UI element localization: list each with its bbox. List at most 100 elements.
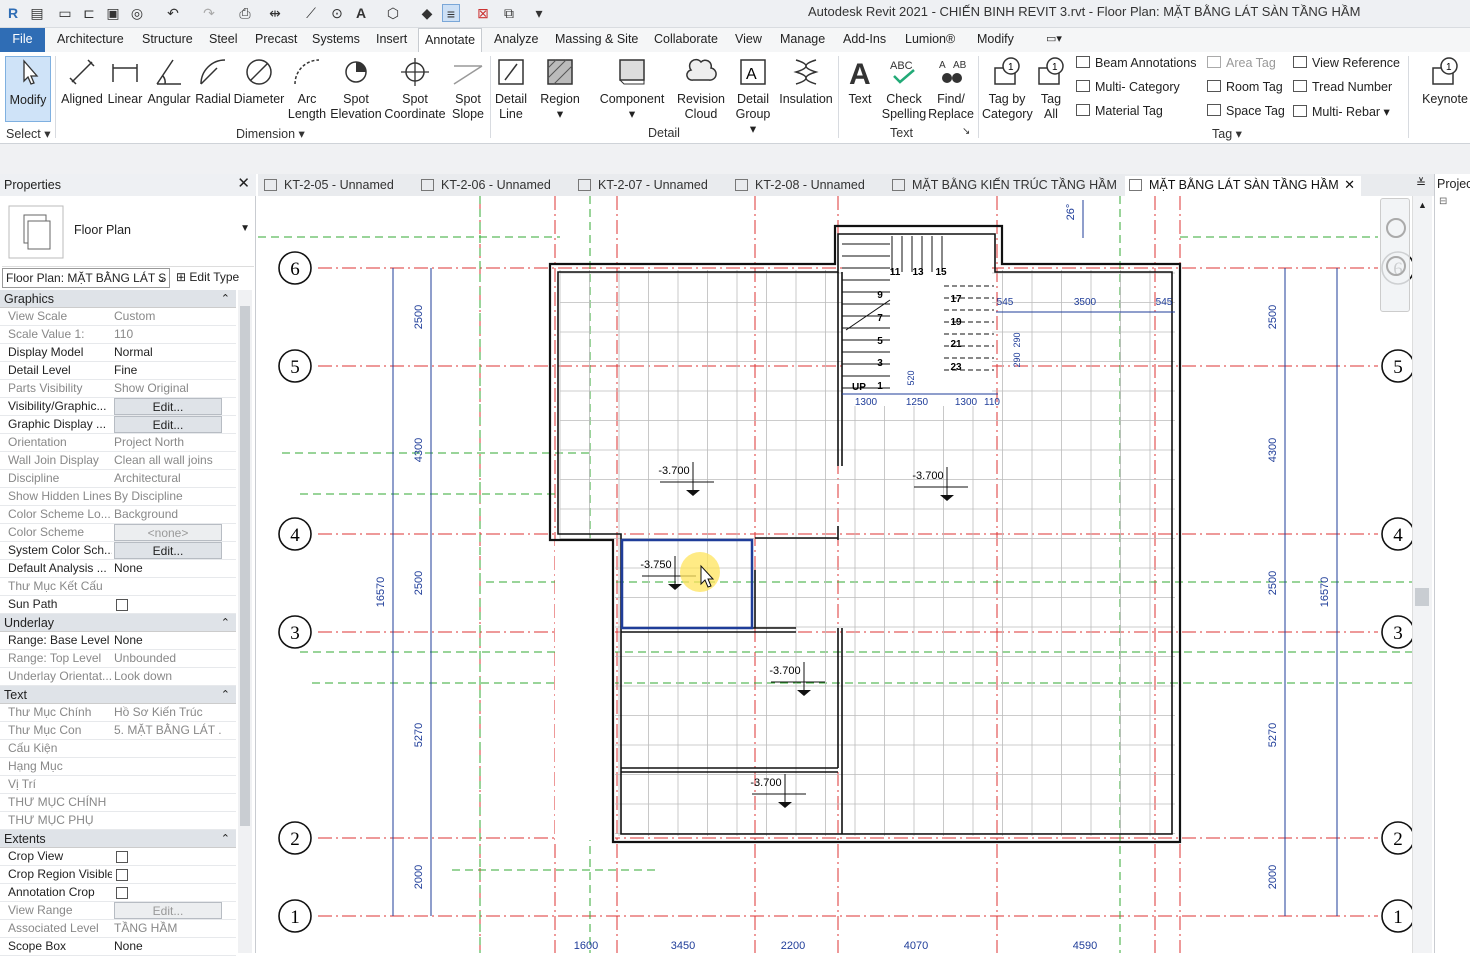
multi-rebar-button[interactable]: Multi- Rebar ▾: [1293, 104, 1390, 119]
tread-number-button[interactable]: Tread Number: [1293, 80, 1392, 94]
steering-wheel-icon[interactable]: [1386, 218, 1406, 238]
property-row-scale-value-1[interactable]: Scale Value 1: 110: [0, 326, 236, 344]
view-tab[interactable]: KT-2-05 - Unnamed: [260, 176, 414, 196]
view-tab[interactable]: KT-2-06 - Unnamed: [417, 176, 571, 196]
property-row-display-model[interactable]: Display Model Normal: [0, 344, 236, 362]
undo-icon[interactable]: ↶: [164, 4, 182, 22]
spot-coordinate-button[interactable]: Spot Coordinate: [384, 56, 446, 122]
collapse-icon[interactable]: ⌃: [221, 830, 230, 848]
property-row-parts-visibility[interactable]: Parts Visibility Show Original: [0, 380, 236, 398]
checkbox[interactable]: [116, 599, 128, 611]
detail-line-button[interactable]: Detail Line: [493, 56, 529, 122]
sync-icon[interactable]: ◎: [128, 4, 146, 22]
collapse-icon[interactable]: ⌃: [221, 686, 230, 704]
type-selector[interactable]: Floor Plan ▼: [2, 197, 254, 267]
edit-type-button[interactable]: ⊞ Edit Type: [176, 268, 252, 288]
tab-file[interactable]: File: [0, 28, 45, 52]
material-tag-button[interactable]: Material Tag: [1076, 104, 1163, 118]
property-row-annotation-crop[interactable]: Annotation Crop: [0, 884, 236, 902]
multi-category-button[interactable]: Multi- Category: [1076, 80, 1180, 94]
check-spelling-button[interactable]: ABC Check Spelling: [880, 56, 928, 122]
property-row-associated-level[interactable]: Associated Level TẦNG HẦM: [0, 920, 236, 938]
edit-button[interactable]: Edit...: [114, 902, 222, 919]
section-underlay[interactable]: Underlay ⌃: [0, 614, 236, 632]
tag-icon[interactable]: ⊙: [328, 4, 346, 22]
room-tag-button[interactable]: Room Tag: [1207, 80, 1283, 94]
tab-list-icon[interactable]: ≚: [1416, 176, 1426, 190]
property-row-system-color-sch[interactable]: System Color Sch... Edit...: [0, 542, 236, 560]
tab-precast[interactable]: Precast: [255, 28, 297, 52]
property-row-range-top-level[interactable]: Range: Top Level Unbounded: [0, 650, 236, 668]
instance-dropdown[interactable]: Floor Plan: MẶT BẰNG LÁT S ⌄: [2, 268, 170, 288]
arc-length-button[interactable]: Arc Length: [286, 56, 328, 122]
tag-panel-label[interactable]: Tag ▾: [1212, 126, 1242, 141]
insulation-button[interactable]: Insulation: [778, 56, 834, 107]
tab-manage[interactable]: Manage: [780, 28, 825, 52]
save-icon[interactable]: ▣: [104, 4, 122, 22]
section-text[interactable]: Text ⌃: [0, 686, 236, 704]
property-row-color-scheme[interactable]: Color Scheme <none>: [0, 524, 236, 542]
property-row-discipline[interactable]: Discipline Architectural: [0, 470, 236, 488]
section-icon[interactable]: ◆: [418, 4, 436, 22]
property-row-detail-level[interactable]: Detail Level Fine: [0, 362, 236, 380]
property-row-view-range[interactable]: View Range Edit...: [0, 902, 236, 920]
property-row-c-u-ki-n[interactable]: Cấu Kiện: [0, 740, 236, 758]
beam-annotations-button[interactable]: Beam Annotations: [1076, 56, 1196, 70]
property-row-visibility-graphic[interactable]: Visibility/Graphic... Edit...: [0, 398, 236, 416]
revit-logo-icon[interactable]: R: [4, 4, 22, 22]
diameter-button[interactable]: Diameter: [232, 56, 286, 107]
close-icon[interactable]: ✕: [1344, 176, 1355, 194]
property-row-th-m-c-ch-nh[interactable]: Thư Mục Chính Hồ Sơ Kiến Trúc: [0, 704, 236, 722]
tag-all-button[interactable]: 1 Tag All: [1034, 56, 1068, 122]
scroll-up-icon[interactable]: ▲: [1418, 200, 1427, 210]
space-tag-button[interactable]: Space Tag: [1207, 104, 1285, 118]
collapse-icon[interactable]: ⌃: [221, 290, 230, 308]
tab-add-ins[interactable]: Add-Ins: [843, 28, 886, 52]
checkbox[interactable]: [116, 851, 128, 863]
tree-collapse-icon[interactable]: ⊟: [1439, 196, 1447, 207]
property-row-th-m-c-ch-nh[interactable]: THƯ MỤC CHÍNH: [0, 794, 236, 812]
view-tab[interactable]: KT-2-07 - Unnamed: [574, 176, 728, 196]
keynote-button[interactable]: 1 Keynote: [1420, 56, 1470, 107]
property-row-crop-region-visible[interactable]: Crop Region Visible: [0, 866, 236, 884]
property-row-graphic-display[interactable]: Graphic Display ... Edit...: [0, 416, 236, 434]
region-button[interactable]: Region ▾: [536, 56, 584, 122]
tab-architecture[interactable]: Architecture: [57, 28, 124, 52]
edit-button[interactable]: Edit...: [114, 542, 222, 559]
property-row-th-m-c-ph[interactable]: THƯ MỤC PHỤ: [0, 812, 236, 830]
zoom-icon[interactable]: [1386, 256, 1406, 276]
app-menu-icon[interactable]: ▤: [28, 4, 46, 22]
angular-button[interactable]: Angular: [146, 56, 192, 107]
switch-windows-icon[interactable]: ⧉: [500, 4, 518, 22]
tab-systems[interactable]: Systems: [312, 28, 360, 52]
dimension-panel-label[interactable]: Dimension ▾: [236, 126, 305, 141]
property-row-show-hidden-lines[interactable]: Show Hidden Lines By Discipline: [0, 488, 236, 506]
tab-analyze[interactable]: Analyze: [494, 28, 538, 52]
detail-group-button[interactable]: A Detail Group ▾: [732, 56, 774, 137]
tab-structure[interactable]: Structure: [142, 28, 193, 52]
component-button[interactable]: Component ▾: [596, 56, 668, 122]
text-icon[interactable]: A: [352, 4, 370, 22]
tag-by-category-button[interactable]: 1 Tag by Category: [982, 56, 1033, 122]
text-button[interactable]: A Text: [842, 56, 878, 107]
properties-scrollbar[interactable]: [238, 290, 252, 953]
property-row-default-analysis[interactable]: Default Analysis ... None: [0, 560, 236, 578]
spot-slope-button[interactable]: Spot Slope: [448, 56, 488, 122]
aligned-button[interactable]: Aligned: [60, 56, 104, 107]
checkbox[interactable]: [116, 869, 128, 881]
radial-button[interactable]: Radial: [194, 56, 232, 107]
property-row-color-scheme-lo[interactable]: Color Scheme Lo... Background: [0, 506, 236, 524]
property-row-th-m-c-k-t-c-u[interactable]: Thư Mục Kết Cấu: [0, 578, 236, 596]
property-row-range-base-level[interactable]: Range: Base Level None: [0, 632, 236, 650]
view-tab-active[interactable]: MẶT BẰNG LÁT SÀN TẦNG HẦM ✕: [1125, 176, 1361, 196]
scrollbar-thumb[interactable]: [240, 306, 250, 826]
tab-modify[interactable]: Modify: [977, 28, 1014, 52]
thin-lines-icon[interactable]: ≡: [442, 4, 460, 22]
tab-lumion[interactable]: Lumion®: [905, 28, 955, 52]
area-tag-button[interactable]: Area Tag: [1207, 56, 1276, 70]
new-icon[interactable]: ▭: [56, 4, 74, 22]
spot-elevation-button[interactable]: Spot Elevation: [330, 56, 382, 122]
property-row-orientation[interactable]: Orientation Project North: [0, 434, 236, 452]
edit-button[interactable]: Edit...: [114, 398, 222, 415]
section-graphics[interactable]: Graphics ⌃: [0, 290, 236, 308]
